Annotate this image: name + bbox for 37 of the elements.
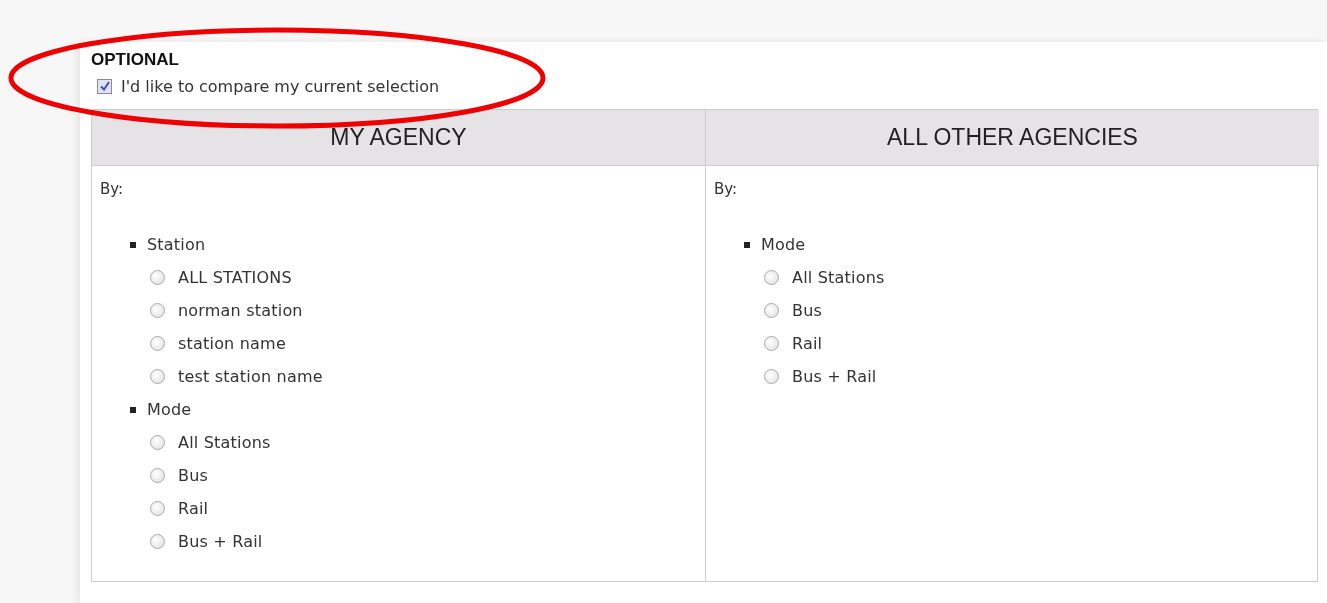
option-label[interactable]: Bus xyxy=(792,301,823,320)
bullet-icon xyxy=(744,241,750,248)
radio-button[interactable] xyxy=(150,336,165,351)
radio-button[interactable] xyxy=(150,534,165,549)
option-label[interactable]: ALL STATIONS xyxy=(178,268,292,287)
option-label[interactable]: Bus xyxy=(178,466,209,485)
column-header: MY AGENCY xyxy=(92,110,705,166)
radio-button[interactable] xyxy=(150,369,165,384)
by-label: By: xyxy=(100,180,125,198)
radio-button[interactable] xyxy=(764,336,779,351)
radio-button[interactable] xyxy=(764,369,779,384)
option-label[interactable]: All Stations xyxy=(792,268,885,287)
radio-button[interactable] xyxy=(150,501,165,516)
bullet-icon xyxy=(130,241,136,248)
compare-checkbox[interactable] xyxy=(97,78,112,94)
radio-button[interactable] xyxy=(150,303,165,318)
option-label[interactable]: Bus + Rail xyxy=(792,367,877,386)
option-label[interactable]: station name xyxy=(178,334,286,353)
checkbox-label[interactable]: I'd like to compare my current selection xyxy=(121,76,440,96)
radio-button[interactable] xyxy=(150,435,165,450)
radio-button[interactable] xyxy=(150,468,165,483)
option-label[interactable]: All Stations xyxy=(178,433,271,452)
group-label: Station xyxy=(147,235,206,254)
bullet-icon xyxy=(130,406,136,413)
column-header: ALL OTHER AGENCIES xyxy=(706,110,1319,166)
group-label: Mode xyxy=(147,400,192,419)
radio-button[interactable] xyxy=(150,270,165,285)
option-label[interactable]: Rail xyxy=(178,499,209,518)
section-title: OPTIONAL xyxy=(91,50,180,70)
radio-button[interactable] xyxy=(764,303,779,318)
option-label[interactable]: Rail xyxy=(792,334,823,353)
group-label: Mode xyxy=(761,235,806,254)
by-label: By: xyxy=(714,180,739,198)
radio-button[interactable] xyxy=(764,270,779,285)
option-label[interactable]: norman station xyxy=(178,301,303,320)
option-label[interactable]: test station name xyxy=(178,367,323,386)
option-label[interactable]: Bus + Rail xyxy=(178,532,263,551)
